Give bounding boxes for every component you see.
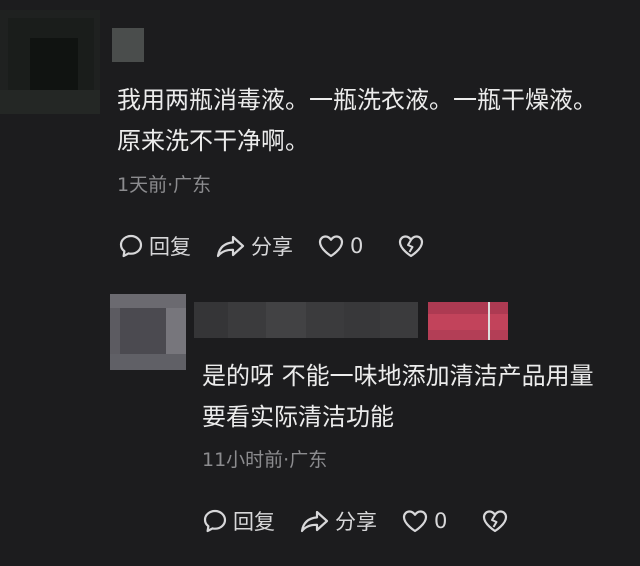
like-button[interactable]: 0 — [317, 233, 363, 259]
user-badge — [428, 302, 508, 340]
comment-meta: 1天前·广东 — [117, 174, 212, 196]
reply-button[interactable]: 回复 — [118, 231, 191, 261]
share-label: 分享 — [251, 235, 293, 259]
share-label: 分享 — [335, 510, 377, 534]
broken-heart-icon — [397, 233, 425, 259]
dislike-button[interactable] — [397, 233, 425, 259]
username[interactable] — [194, 302, 418, 338]
share-button[interactable]: 分享 — [215, 231, 293, 261]
comment-icon — [202, 508, 228, 534]
comment-text: 我用两瓶消毒液。一瓶洗衣液。一瓶干燥液。原来洗不干净啊。 — [117, 86, 597, 155]
broken-heart-icon — [481, 508, 509, 534]
comment-actions: 回复 分享 0 — [202, 506, 509, 536]
reply-label: 回复 — [149, 235, 191, 259]
like-count: 0 — [350, 234, 364, 258]
comment-meta: 11小时前·广东 — [202, 449, 328, 471]
reply-label: 回复 — [233, 510, 275, 534]
comment-icon — [118, 233, 144, 259]
avatar[interactable] — [110, 294, 186, 370]
comment-actions: 回复 分享 0 — [118, 231, 425, 261]
heart-icon — [317, 233, 345, 259]
reply-button[interactable]: 回复 — [202, 506, 275, 536]
heart-icon — [401, 508, 429, 534]
share-arrow-icon — [299, 508, 331, 534]
like-count: 0 — [434, 509, 448, 533]
share-arrow-icon — [215, 233, 247, 259]
like-button[interactable]: 0 — [401, 508, 447, 534]
username[interactable] — [112, 28, 144, 62]
avatar[interactable] — [0, 10, 100, 114]
share-button[interactable]: 分享 — [299, 506, 377, 536]
dislike-button[interactable] — [481, 508, 509, 534]
comment-text: 是的呀 不能一味地添加清洁产品用量 要看实际清洁功能 — [202, 362, 594, 431]
